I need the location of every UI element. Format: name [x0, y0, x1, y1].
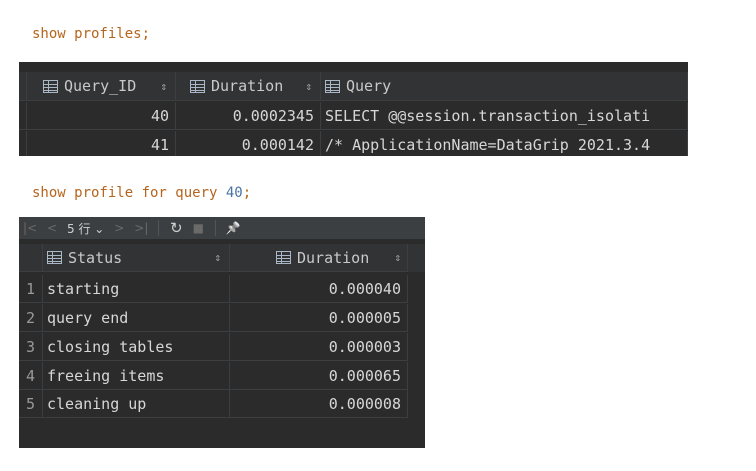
first-page-icon[interactable]: |< — [19, 221, 41, 235]
sql-number: 40 — [225, 185, 243, 201]
sql-keyword: show profiles — [32, 26, 142, 42]
cell-status[interactable]: starting — [43, 275, 230, 303]
row-number: 3 — [19, 333, 43, 361]
grid-header: Query_ID ⇕ Duration ⇕ Query — [19, 72, 688, 101]
column-header-duration[interactable]: Duration ⇕ — [230, 244, 408, 272]
cell-duration[interactable]: 0.000005 — [230, 304, 408, 332]
sql-terminator: ; — [242, 185, 252, 201]
toolbar-divider — [215, 220, 217, 236]
sort-icon[interactable]: ⇕ — [214, 251, 229, 264]
table-column-icon — [190, 79, 205, 93]
sort-icon[interactable]: ⇕ — [160, 80, 175, 93]
pin-icon[interactable]: 📌 — [222, 221, 244, 235]
column-header-duration[interactable]: Duration ⇕ — [176, 72, 321, 101]
cell-duration[interactable]: 0.000142 — [176, 131, 321, 156]
grid-header: Status ⇕ Duration ⇕ — [19, 244, 425, 272]
cell-duration[interactable]: 0.000003 — [230, 333, 408, 361]
table-row[interactable]: 3 closing tables 0.000003 — [19, 333, 425, 361]
row-number: 4 — [19, 362, 43, 390]
row-number: 1 — [19, 275, 43, 303]
grid-toolbar: |< < 5 行 ⌄ > >| ↻ ■ 📌 — [19, 217, 425, 239]
next-page-icon[interactable]: > — [108, 221, 130, 235]
sort-icon[interactable]: ⇕ — [305, 80, 320, 93]
cell-duration[interactable]: 0.000008 — [230, 390, 408, 418]
table-row[interactable]: 4 freeing items 0.000065 — [19, 362, 425, 390]
stop-icon[interactable]: ■ — [187, 221, 209, 235]
cell-query[interactable]: /* ApplicationName=DataGrip 2021.3.4 — [321, 131, 688, 156]
toolbar-divider — [158, 220, 160, 236]
sql-terminator: ; — [141, 26, 151, 42]
table-column-icon — [276, 251, 291, 264]
cell-duration[interactable]: 0.000040 — [230, 275, 408, 303]
cell-query-id[interactable]: 40 — [27, 102, 176, 130]
cell-query[interactable]: SELECT @@session.transaction_isolati — [321, 102, 688, 130]
last-page-icon[interactable]: >| — [130, 221, 152, 235]
cell-status[interactable]: query end — [43, 304, 230, 332]
refresh-icon[interactable]: ↻ — [165, 219, 187, 237]
row-number: 5 — [19, 390, 43, 418]
table-column-icon — [43, 79, 58, 93]
prev-page-icon[interactable]: < — [41, 221, 63, 235]
cell-query-id[interactable]: 41 — [27, 131, 176, 156]
cell-status[interactable]: freeing items — [43, 362, 230, 390]
profile-result-grid: |< < 5 行 ⌄ > >| ↻ ■ 📌 Status ⇕ Duration … — [19, 217, 425, 448]
cell-status[interactable]: cleaning up — [43, 390, 230, 418]
table-row[interactable]: 2 query end 0.000005 — [19, 304, 425, 332]
column-header-status[interactable]: Status ⇕ — [43, 244, 230, 272]
table-row[interactable]: 5 cleaning up 0.000008 — [19, 390, 425, 418]
sql-keyword: show profile for query — [32, 185, 218, 201]
table-column-icon — [325, 79, 340, 93]
cell-status[interactable]: closing tables — [43, 333, 230, 361]
table-row[interactable]: 40 0.0002345 SELECT @@session.transactio… — [19, 102, 688, 130]
sql-line-show-profiles: show profiles; — [32, 26, 150, 42]
cell-duration[interactable]: 0.000065 — [230, 362, 408, 390]
sql-line-show-profile-for-query: show profile for query 40; — [32, 185, 251, 201]
table-row[interactable]: 1 starting 0.000040 — [19, 275, 425, 303]
table-column-icon — [47, 251, 62, 264]
column-header-query-id[interactable]: Query_ID ⇕ — [27, 72, 176, 101]
row-number: 2 — [19, 304, 43, 332]
table-row[interactable]: 41 0.000142 /* ApplicationName=DataGrip … — [19, 131, 688, 156]
profiles-result-grid: Query_ID ⇕ Duration ⇕ Query 40 0.0002345… — [19, 62, 688, 156]
column-header-query[interactable]: Query — [321, 72, 688, 101]
cell-duration[interactable]: 0.0002345 — [176, 102, 321, 130]
page-size-dropdown[interactable]: 5 行 ⌄ — [63, 220, 108, 237]
sort-icon[interactable]: ⇕ — [394, 251, 407, 264]
